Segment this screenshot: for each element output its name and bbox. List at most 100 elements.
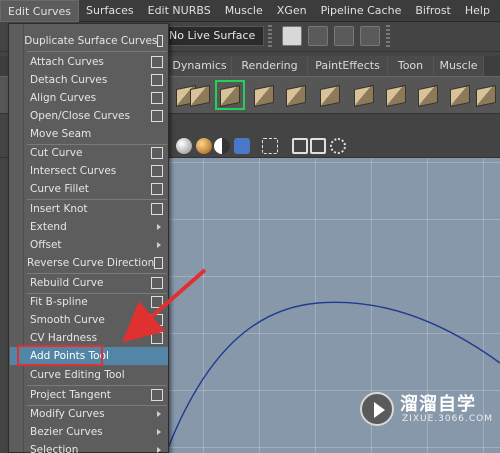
live-surface-field[interactable]: No Live Surface (164, 26, 264, 46)
menu-xgen[interactable]: XGen (270, 0, 314, 22)
menu-item-rebuild-curve[interactable]: Rebuild Curve (10, 274, 168, 292)
menu-item-label: Open/Close Curves (30, 110, 130, 122)
menu-item-move-seam[interactable]: Move Seam (10, 125, 168, 143)
menu-edit-curves[interactable]: Edit Curves (0, 0, 79, 22)
option-box-icon[interactable] (151, 203, 163, 215)
option-box-icon[interactable] (151, 74, 163, 86)
option-box-icon[interactable] (151, 277, 163, 289)
menu-item-offset[interactable]: Offset (10, 236, 168, 254)
menu-item-label: Fit B-spline (30, 296, 88, 308)
option-box-icon[interactable] (151, 56, 163, 68)
menu-item-extend[interactable]: Extend (10, 218, 168, 236)
option-box-icon[interactable] (151, 314, 163, 326)
shelf-tool-icon-selected[interactable] (215, 80, 245, 110)
clapper-icon[interactable] (308, 26, 328, 46)
menu-item-smooth-curve[interactable]: Smooth Curve (10, 311, 168, 329)
menu-surfaces[interactable]: Surfaces (79, 0, 141, 22)
shelf-tool-icon[interactable] (250, 81, 278, 109)
textured-sphere-icon[interactable] (196, 138, 212, 154)
edit-curves-dropdown: Duplicate Surface Curves Attach Curves D… (8, 23, 169, 453)
menu-item-label: Curve Fillet (30, 183, 89, 195)
menu-item-label: Curve Editing Tool (30, 369, 125, 381)
menu-item-project-tangent[interactable]: Project Tangent (10, 386, 168, 404)
shelf-cube-graphic (450, 84, 470, 108)
submenu-arrow-icon (157, 224, 161, 230)
isolate-select-icon[interactable] (310, 138, 326, 154)
tab-dynamics[interactable]: Dynamics (168, 56, 232, 76)
menu-item-bezier-curves[interactable]: Bezier Curves (10, 423, 168, 441)
render-settings-icon[interactable] (334, 26, 354, 46)
submenu-arrow-icon (157, 429, 161, 435)
separator-handle[interactable] (268, 25, 272, 47)
menu-item-label: Duplicate Surface Curves (24, 35, 158, 47)
shelf-tool-icon[interactable] (350, 81, 378, 109)
wireframe-cube-icon[interactable] (292, 138, 308, 154)
tab-muscle[interactable]: Muscle (434, 56, 484, 76)
tab-rendering[interactable]: Rendering (232, 56, 308, 76)
shelf-cube-graphic (320, 84, 340, 108)
shelf-tool-icon[interactable] (414, 81, 442, 109)
xray-select-icon[interactable] (262, 138, 278, 154)
menu-item-label: Intersect Curves (30, 165, 117, 177)
menu-item-label: Bezier Curves (30, 426, 103, 438)
option-box-icon[interactable] (154, 257, 163, 269)
menu-item-intersect-curves[interactable]: Intersect Curves (10, 162, 168, 180)
menu-item-curve-editing-tool[interactable]: Curve Editing Tool (10, 366, 168, 384)
shelf-tool-icon[interactable] (316, 81, 344, 109)
menu-item-label: Modify Curves (30, 408, 105, 420)
option-box-icon[interactable] (151, 296, 163, 308)
watermark-url: ZIXUE.3066.COM (402, 414, 494, 424)
option-box-icon[interactable] (157, 35, 163, 47)
menu-item-align-curves[interactable]: Align Curves (10, 89, 168, 107)
shaded-sphere-icon[interactable] (176, 138, 192, 154)
menu-item-curve-fillet[interactable]: Curve Fillet (10, 180, 168, 198)
option-box-icon[interactable] (151, 147, 163, 159)
shelf-tool-icon[interactable] (282, 81, 310, 109)
lighting-icon[interactable] (214, 138, 230, 154)
shelf-tool-icon[interactable] (446, 81, 474, 109)
menu-item-label: Extend (30, 221, 67, 233)
menu-item-duplicate-surface-curves[interactable]: Duplicate Surface Curves (10, 32, 168, 50)
menu-item-reverse-curve-direction[interactable]: Reverse Curve Direction (10, 254, 168, 272)
annotation-highlight-box (17, 345, 103, 366)
menu-divider (27, 51, 167, 52)
menu-item-label: Detach Curves (30, 74, 108, 86)
option-box-icon[interactable] (151, 332, 163, 344)
menu-item-detach-curves[interactable]: Detach Curves (10, 71, 168, 89)
menu-item-open-close-curves[interactable]: Open/Close Curves (10, 107, 168, 125)
menu-item-selection[interactable]: Selection (10, 441, 168, 453)
shelf-cube-graphic (476, 84, 496, 108)
menu-item-attach-curves[interactable]: Attach Curves (10, 53, 168, 71)
shelf-tool-icon[interactable] (382, 81, 410, 109)
option-box-icon[interactable] (151, 110, 163, 122)
option-box-icon[interactable] (151, 165, 163, 177)
menu-item-label: CV Hardness (30, 332, 98, 344)
render-view-icon[interactable] (360, 26, 380, 46)
menu-help[interactable]: Help (458, 0, 497, 22)
watermark: 溜溜自学 ZIXUE.3066.COM (360, 388, 492, 432)
tab-painteffects[interactable]: PaintEffects (308, 56, 388, 76)
shelf-tool-icon[interactable] (186, 81, 214, 109)
option-box-icon[interactable] (151, 92, 163, 104)
menu-pipeline-cache[interactable]: Pipeline Cache (314, 0, 409, 22)
menu-muscle[interactable]: Muscle (218, 0, 270, 22)
menu-item-modify-curves[interactable]: Modify Curves (10, 405, 168, 423)
menu-item-label: Rebuild Curve (30, 277, 104, 289)
option-box-icon[interactable] (151, 183, 163, 195)
cube-shading-icon[interactable] (234, 138, 250, 154)
menu-item-cut-curve[interactable]: Cut Curve (10, 144, 168, 162)
menu-item-insert-knot[interactable]: Insert Knot (10, 200, 168, 218)
shelf-cube-graphic (220, 84, 240, 108)
shelf-cube-graphic (418, 84, 438, 108)
snap-icon[interactable] (282, 26, 302, 46)
menu-bifrost[interactable]: Bifrost (408, 0, 458, 22)
shelf-tool-icon[interactable] (472, 81, 500, 109)
share-nodes-icon[interactable] (330, 138, 346, 154)
menu-item-fit-b-spline[interactable]: Fit B-spline (10, 293, 168, 311)
option-box-icon[interactable] (151, 389, 163, 401)
tab-toon[interactable]: Toon (388, 56, 434, 76)
menu-edit-nurbs[interactable]: Edit NURBS (141, 0, 218, 22)
shelf-cube-graphic (354, 84, 374, 108)
separator-handle-2[interactable] (386, 25, 390, 47)
menu-item-label: Offset (30, 239, 62, 251)
